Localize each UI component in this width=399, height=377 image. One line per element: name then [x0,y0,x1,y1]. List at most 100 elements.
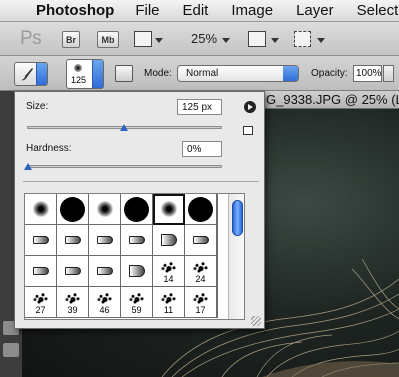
brush-preset-10[interactable] [121,225,153,256]
brush-panel-toggle-icon[interactable] [115,65,133,82]
mode-select[interactable]: Normal [177,65,299,82]
brush-preset-24[interactable]: 17 [185,287,217,318]
fan-brush-icon [129,265,145,277]
brush-preset-size-label: 59 [131,305,142,315]
zoom-level[interactable]: 25% [191,31,217,46]
brush-preset-15[interactable] [89,256,121,287]
chevron-down-icon[interactable] [317,38,325,43]
brush-preset-size-label: 14 [163,274,174,284]
brush-preset-18[interactable]: 24 [185,256,217,287]
opacity-label: Opacity: [311,68,348,79]
hardness-slider-thumb[interactable] [24,163,32,170]
eraser-tool-icon[interactable] [3,343,19,357]
application-bar: Ps Br Mb 25% [0,22,399,56]
splat-brush-icon [127,290,147,306]
brush-preset-size-label: 17 [195,305,206,315]
menu-image[interactable]: Image [231,2,273,19]
size-input[interactable]: 125 px [177,99,222,115]
arrange-documents-icon[interactable] [248,31,266,47]
size-slider[interactable] [27,124,222,131]
hard-brush-icon [124,197,149,222]
brush-preset-11[interactable] [153,225,185,256]
tip-brush-icon [65,267,81,275]
tip-brush-icon [129,236,145,244]
brush-preset-9[interactable] [89,225,121,256]
minibridge-button[interactable]: Mb [97,31,119,48]
brush-preset-16[interactable] [121,256,153,287]
tip-brush-icon [33,267,49,275]
splat-brush-icon [191,259,211,275]
chevron-down-icon[interactable] [222,38,230,43]
brush-preset-size-label: 27 [35,305,46,315]
brush-icon [21,68,33,81]
tip-brush-icon [193,236,209,244]
brush-preset-3[interactable] [89,194,121,225]
bridge-button[interactable]: Br [62,31,80,48]
opacity-dropdown-button[interactable] [383,65,394,82]
brush-preset-picker-popup: Size: 125 px Hardness: 0% 14 24 27 39 46 59 11… [14,91,265,329]
splat-brush-icon [159,259,179,275]
resize-grip-icon[interactable] [251,316,261,326]
soft-brush-icon [97,201,113,217]
brush-preset-size-label: 11 [163,305,174,315]
opacity-input[interactable]: 100% [353,65,382,82]
splat-brush-icon [31,290,51,306]
panel-menu-icon[interactable] [244,101,256,113]
menu-layer[interactable]: Layer [296,2,334,19]
brush-preset-20[interactable]: 39 [57,287,89,318]
brush-preset-7[interactable] [25,225,57,256]
soft-brush-icon [74,64,82,72]
brush-presets-grid: 14 24 27 39 46 59 11 17 [25,194,218,318]
chevron-down-icon[interactable] [155,38,163,43]
brush-preset-4[interactable] [121,194,153,225]
extras-icon[interactable] [134,31,152,47]
brush-presets-list: 14 24 27 39 46 59 11 17 [24,193,245,320]
splat-brush-icon [63,290,83,306]
menu-edit[interactable]: Edit [183,2,209,19]
brush-preset-picker[interactable]: 125 [66,59,104,89]
photoshop-logo: Ps [20,28,42,49]
splat-brush-icon [95,290,115,306]
tip-brush-icon [33,236,49,244]
stepper-icon[interactable] [283,66,298,81]
brush-preset-23[interactable]: 11 [153,287,185,318]
document-tab[interactable]: G_9338.JPG @ 25% (L [244,91,399,109]
menu-file[interactable]: File [135,2,159,19]
chevron-down-icon[interactable] [36,63,47,85]
brush-preset-size-label: 39 [67,305,78,315]
tool-preset-picker[interactable] [14,62,48,86]
app-menu[interactable]: Photoshop [36,2,114,19]
hard-brush-icon [188,197,213,222]
tip-brush-icon [97,236,113,244]
splat-brush-icon [191,290,211,306]
fan-brush-icon [161,234,177,246]
presets-scrollbar[interactable] [228,194,244,319]
brush-preset-21[interactable]: 46 [89,287,121,318]
brush-preset-17[interactable]: 14 [153,256,185,287]
chevron-down-icon[interactable] [92,60,103,88]
soft-brush-icon [161,201,177,217]
size-label: Size: [26,101,49,112]
menu-select[interactable]: Select [357,2,399,19]
brush-preset-6[interactable] [185,194,217,225]
new-preset-icon[interactable] [243,126,253,135]
brush-preset-8[interactable] [57,225,89,256]
brush-preset-12[interactable] [185,225,217,256]
brush-preset-19[interactable]: 27 [25,287,57,318]
brush-preset-13[interactable] [25,256,57,287]
scrollbar-thumb[interactable] [232,200,243,236]
hardness-slider[interactable] [24,163,222,170]
brush-preset-22[interactable]: 59 [121,287,153,318]
menu-bar: Photoshop File Edit Image Layer Select [0,0,399,22]
brush-preset-5[interactable] [153,194,185,225]
screen-mode-icon[interactable] [294,31,311,47]
brush-preset-size-label: 46 [99,305,110,315]
chevron-down-icon[interactable] [271,38,279,43]
brush-preset-1[interactable] [25,194,57,225]
mode-label: Mode: [144,68,172,79]
size-slider-thumb[interactable] [119,124,128,131]
brush-preset-14[interactable] [57,256,89,287]
brush-preset-2[interactable] [57,194,89,225]
hardness-input[interactable]: 0% [182,141,222,157]
brush-preset-size-label: 24 [195,274,206,284]
